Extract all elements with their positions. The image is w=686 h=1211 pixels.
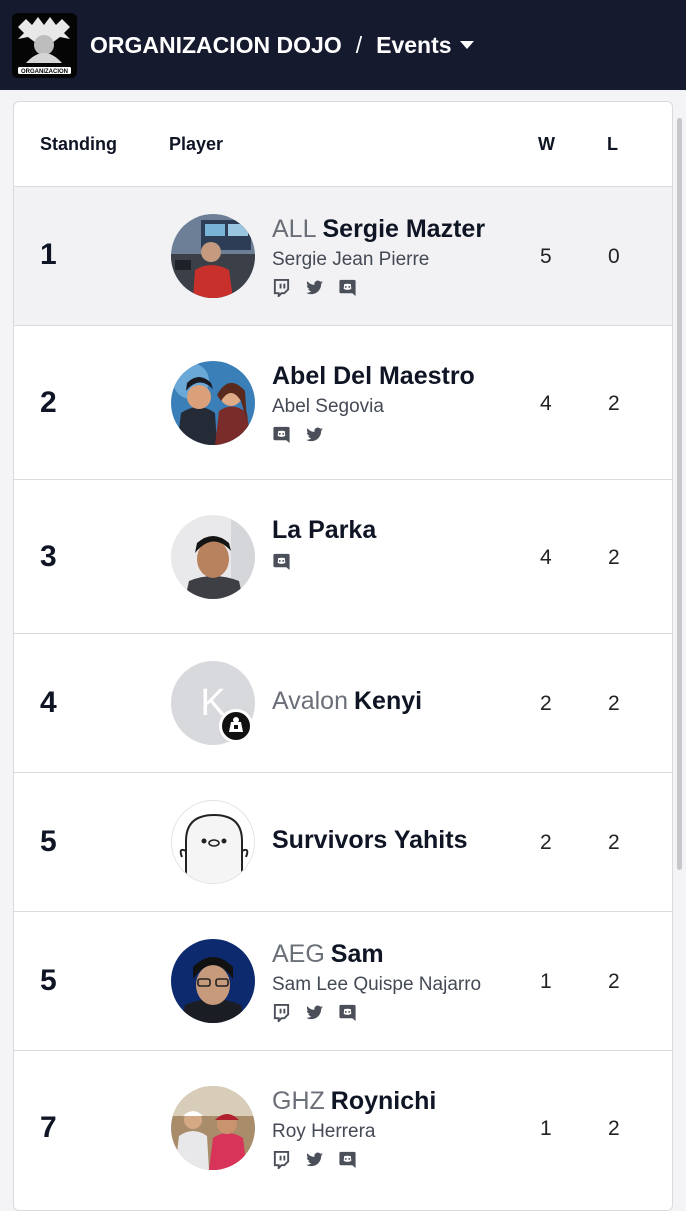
- player-name[interactable]: La Parka: [272, 516, 376, 545]
- player-info: ALL Sergie Mazter Sergie Jean Pierre: [272, 215, 485, 297]
- standing-number: 4: [40, 686, 57, 719]
- svg-text:ORGANIZACION: ORGANIZACION: [21, 69, 68, 75]
- losses-count: 2: [608, 392, 620, 415]
- standing-number: 1: [40, 238, 57, 271]
- wins-count: 4: [540, 392, 552, 415]
- losses-count: 2: [608, 970, 620, 993]
- real-name: Sam Lee Quispe Najarro: [272, 974, 482, 995]
- wins-count: 2: [540, 831, 552, 854]
- player-name[interactable]: Abel Del Maestro: [272, 362, 475, 391]
- gamer-tag: Kenyi: [354, 687, 423, 715]
- player-name[interactable]: Avalon Kenyi: [272, 687, 422, 716]
- discord-icon[interactable]: [272, 425, 291, 444]
- player-info: Avalon Kenyi: [272, 687, 422, 716]
- sponsor-prefix: AEG: [272, 940, 325, 968]
- header-standing[interactable]: Standing: [40, 134, 117, 155]
- table-row[interactable]: 1 ALL Sergie Mazter Sergie Jean Pierre 5…: [14, 187, 672, 326]
- table-row[interactable]: 7 GHZ Roynichi Roy Herrera 1 2: [14, 1051, 672, 1210]
- player-avatar[interactable]: [171, 939, 255, 1023]
- sponsor-prefix: GHZ: [272, 1087, 325, 1115]
- discord-icon[interactable]: [338, 1150, 357, 1169]
- twitter-icon[interactable]: [305, 1150, 324, 1169]
- twitch-icon[interactable]: [272, 1003, 291, 1022]
- sponsor-prefix: ALL: [272, 215, 317, 243]
- table-header: Standing Player W L: [14, 102, 672, 187]
- table-row[interactable]: 5 Survivors Yahits 2 2: [14, 773, 672, 912]
- discord-icon[interactable]: [272, 552, 291, 571]
- player-name[interactable]: Survivors Yahits: [272, 826, 467, 855]
- player-name[interactable]: AEG Sam: [272, 940, 481, 969]
- twitch-icon[interactable]: [272, 278, 291, 297]
- real-name: Sergie Jean Pierre: [272, 249, 430, 270]
- twitter-icon[interactable]: [305, 425, 324, 444]
- social-links: [272, 1150, 436, 1169]
- losses-count: 2: [608, 831, 620, 854]
- standing-number: 7: [40, 1111, 57, 1144]
- player-info: GHZ Roynichi Roy Herrera: [272, 1087, 436, 1169]
- wins-count: 2: [540, 692, 552, 715]
- social-links: [272, 1003, 481, 1022]
- table-row[interactable]: 4 K Avalon Kenyi 2 2: [14, 634, 672, 773]
- player-avatar[interactable]: [171, 361, 255, 445]
- sponsor-prefix: Avalon: [272, 687, 348, 715]
- table-row[interactable]: 3 La Parka 4 2: [14, 480, 672, 634]
- twitch-icon[interactable]: [272, 1150, 291, 1169]
- player-avatar[interactable]: [171, 515, 255, 599]
- standings-table: Standing Player W L 1 ALL Sergie Mazter S…: [13, 101, 673, 1211]
- top-bar: ORGANIZACION ORGANIZACION DOJO / Events: [0, 0, 686, 90]
- player-avatar[interactable]: K: [171, 661, 255, 745]
- player-info: Abel Del Maestro Abel Segovia: [272, 362, 475, 444]
- social-links: [272, 278, 485, 297]
- gamer-tag: Abel Del Maestro: [272, 362, 475, 390]
- gamer-tag: Sergie Mazter: [322, 215, 486, 243]
- wins-count: 4: [540, 546, 552, 569]
- gamer-tag: Survivors Yahits: [272, 826, 468, 854]
- header-wins[interactable]: W: [538, 134, 555, 155]
- table-row[interactable]: 2 Abel Del Maestro Abel Segovia 4 2: [14, 326, 672, 480]
- org-name-link[interactable]: ORGANIZACION DOJO: [90, 32, 342, 59]
- caret-down-icon: [459, 41, 474, 49]
- twitter-icon[interactable]: [305, 278, 324, 297]
- gamer-tag: Roynichi: [330, 1087, 437, 1115]
- standing-number: 5: [40, 825, 57, 858]
- player-info: AEG Sam Sam Lee Quispe Najarro: [272, 940, 481, 1022]
- wins-count: 1: [540, 1117, 552, 1140]
- social-links: [272, 552, 376, 571]
- losses-count: 2: [608, 1117, 620, 1140]
- player-info: Survivors Yahits: [272, 826, 467, 855]
- org-logo[interactable]: ORGANIZACION: [12, 13, 77, 78]
- standing-number: 5: [40, 964, 57, 997]
- wins-count: 5: [540, 245, 552, 268]
- losses-count: 0: [608, 245, 620, 268]
- player-name[interactable]: GHZ Roynichi: [272, 1087, 436, 1116]
- player-name[interactable]: ALL Sergie Mazter: [272, 215, 485, 244]
- real-name: Abel Segovia: [272, 396, 384, 417]
- losses-count: 2: [608, 692, 620, 715]
- gamer-tag: Sam: [330, 940, 384, 968]
- discord-icon[interactable]: [338, 1003, 357, 1022]
- player-avatar[interactable]: [171, 1086, 255, 1170]
- table-row[interactable]: 5 AEG Sam Sam Lee Quispe Najarro 1 2: [14, 912, 672, 1051]
- player-avatar[interactable]: [171, 800, 255, 884]
- real-name: Roy Herrera: [272, 1121, 376, 1142]
- standing-number: 3: [40, 540, 57, 573]
- breadcrumb: ORGANIZACION DOJO / Events: [90, 27, 474, 63]
- player-info: La Parka: [272, 516, 376, 571]
- losses-count: 2: [608, 546, 620, 569]
- player-avatar[interactable]: [171, 214, 255, 298]
- vertical-scrollbar[interactable]: [677, 118, 682, 870]
- gamer-tag: La Parka: [272, 516, 377, 544]
- standing-number: 2: [40, 386, 57, 419]
- twitter-icon[interactable]: [305, 1003, 324, 1022]
- social-links: [272, 425, 475, 444]
- header-player[interactable]: Player: [169, 134, 223, 155]
- header-losses[interactable]: L: [607, 134, 618, 155]
- wins-count: 1: [540, 970, 552, 993]
- discord-icon[interactable]: [338, 278, 357, 297]
- events-dropdown[interactable]: Events: [376, 31, 474, 59]
- controller-badge-icon: [219, 709, 253, 743]
- events-label: Events: [376, 31, 452, 58]
- breadcrumb-separator: /: [355, 31, 363, 58]
